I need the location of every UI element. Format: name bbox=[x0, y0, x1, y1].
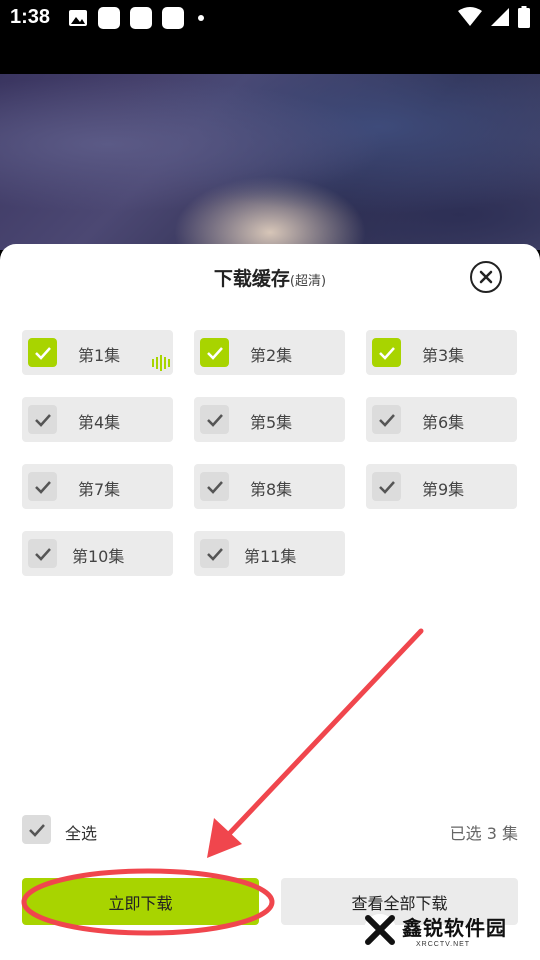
check-icon bbox=[34, 547, 51, 561]
app-icon bbox=[98, 7, 120, 29]
episode-label: 第4集 bbox=[78, 413, 121, 432]
check-icon bbox=[206, 547, 223, 561]
episode-checkbox[interactable] bbox=[28, 472, 57, 501]
episode-label: 第8集 bbox=[250, 480, 293, 499]
episode-label: 第3集 bbox=[422, 346, 465, 365]
select-all-label[interactable]: 全选 bbox=[65, 820, 97, 844]
close-icon bbox=[479, 270, 493, 284]
video-player[interactable] bbox=[0, 36, 540, 250]
sheet-title: 下载缓存(超清) bbox=[0, 264, 540, 291]
status-bar: 1:38 bbox=[0, 0, 540, 36]
episode-checkbox[interactable] bbox=[200, 338, 229, 367]
episode-label: 第11集 bbox=[244, 547, 297, 566]
battery-icon bbox=[518, 6, 530, 28]
signal-icon bbox=[491, 8, 509, 26]
episode-checkbox[interactable] bbox=[200, 405, 229, 434]
image-icon bbox=[69, 10, 87, 26]
episode-item[interactable]: 第6集 bbox=[366, 397, 517, 442]
check-icon bbox=[206, 480, 223, 494]
episode-checkbox[interactable] bbox=[372, 405, 401, 434]
playing-indicator-icon bbox=[152, 355, 170, 371]
episode-item[interactable]: 第10集 bbox=[22, 531, 173, 576]
check-icon bbox=[34, 413, 51, 427]
sheet-title-text: 下载缓存 bbox=[213, 268, 290, 290]
episode-item[interactable]: 第3集 bbox=[366, 330, 517, 375]
check-icon bbox=[206, 346, 223, 360]
system-icons bbox=[458, 6, 530, 28]
check-icon bbox=[28, 823, 45, 837]
episode-checkbox[interactable] bbox=[372, 472, 401, 501]
status-time: 1:38 bbox=[10, 6, 51, 28]
notification-icons bbox=[68, 7, 204, 29]
episode-label: 第5集 bbox=[250, 413, 293, 432]
episode-label: 第2集 bbox=[250, 346, 293, 365]
dot-icon bbox=[198, 15, 204, 21]
episode-label: 第1集 bbox=[78, 346, 121, 365]
episode-checkbox[interactable] bbox=[372, 338, 401, 367]
check-icon bbox=[34, 346, 51, 360]
download-cache-sheet: 下载缓存(超清) 第1集 第2集 第3集第4集 第5集 第6集第7集 第8集 第9集第10集… bbox=[0, 244, 540, 960]
watermark-logo: 鑫锐软件园 XRCCTV.NET bbox=[362, 912, 507, 948]
episode-item[interactable]: 第11集 bbox=[194, 531, 345, 576]
close-button[interactable] bbox=[470, 261, 502, 293]
select-all-checkbox[interactable] bbox=[22, 815, 51, 844]
episode-item[interactable]: 第2集 bbox=[194, 330, 345, 375]
app-icon bbox=[162, 7, 184, 29]
episode-item[interactable]: 第1集 bbox=[22, 330, 173, 375]
episode-label: 第7集 bbox=[78, 480, 121, 499]
episode-checkbox[interactable] bbox=[28, 338, 57, 367]
selected-count: 已选 3 集 bbox=[449, 824, 518, 843]
check-icon bbox=[34, 480, 51, 494]
watermark-name-en: XRCCTV.NET bbox=[416, 941, 471, 948]
check-icon bbox=[206, 413, 223, 427]
check-icon bbox=[378, 480, 395, 494]
download-now-button[interactable]: 立即下载 bbox=[22, 878, 259, 925]
video-frame bbox=[0, 74, 540, 250]
episode-checkbox[interactable] bbox=[200, 539, 229, 568]
episode-label: 第9集 bbox=[422, 480, 465, 499]
episode-label: 第10集 bbox=[72, 547, 125, 566]
episode-item[interactable]: 第7集 bbox=[22, 464, 173, 509]
app-icon bbox=[130, 7, 152, 29]
check-icon bbox=[378, 346, 395, 360]
check-icon bbox=[378, 413, 395, 427]
episode-item[interactable]: 第4集 bbox=[22, 397, 173, 442]
quality-label: (超清) bbox=[289, 274, 327, 289]
episode-checkbox[interactable] bbox=[28, 405, 57, 434]
episode-item[interactable]: 第5集 bbox=[194, 397, 345, 442]
episode-item[interactable]: 第8集 bbox=[194, 464, 345, 509]
watermark-name-cn: 鑫锐软件园 bbox=[402, 916, 507, 940]
episode-checkbox[interactable] bbox=[200, 472, 229, 501]
wifi-icon bbox=[458, 7, 482, 26]
episode-checkbox[interactable] bbox=[28, 539, 57, 568]
episode-item[interactable]: 第9集 bbox=[366, 464, 517, 509]
episode-label: 第6集 bbox=[422, 413, 465, 432]
watermark-x-icon bbox=[364, 914, 396, 946]
